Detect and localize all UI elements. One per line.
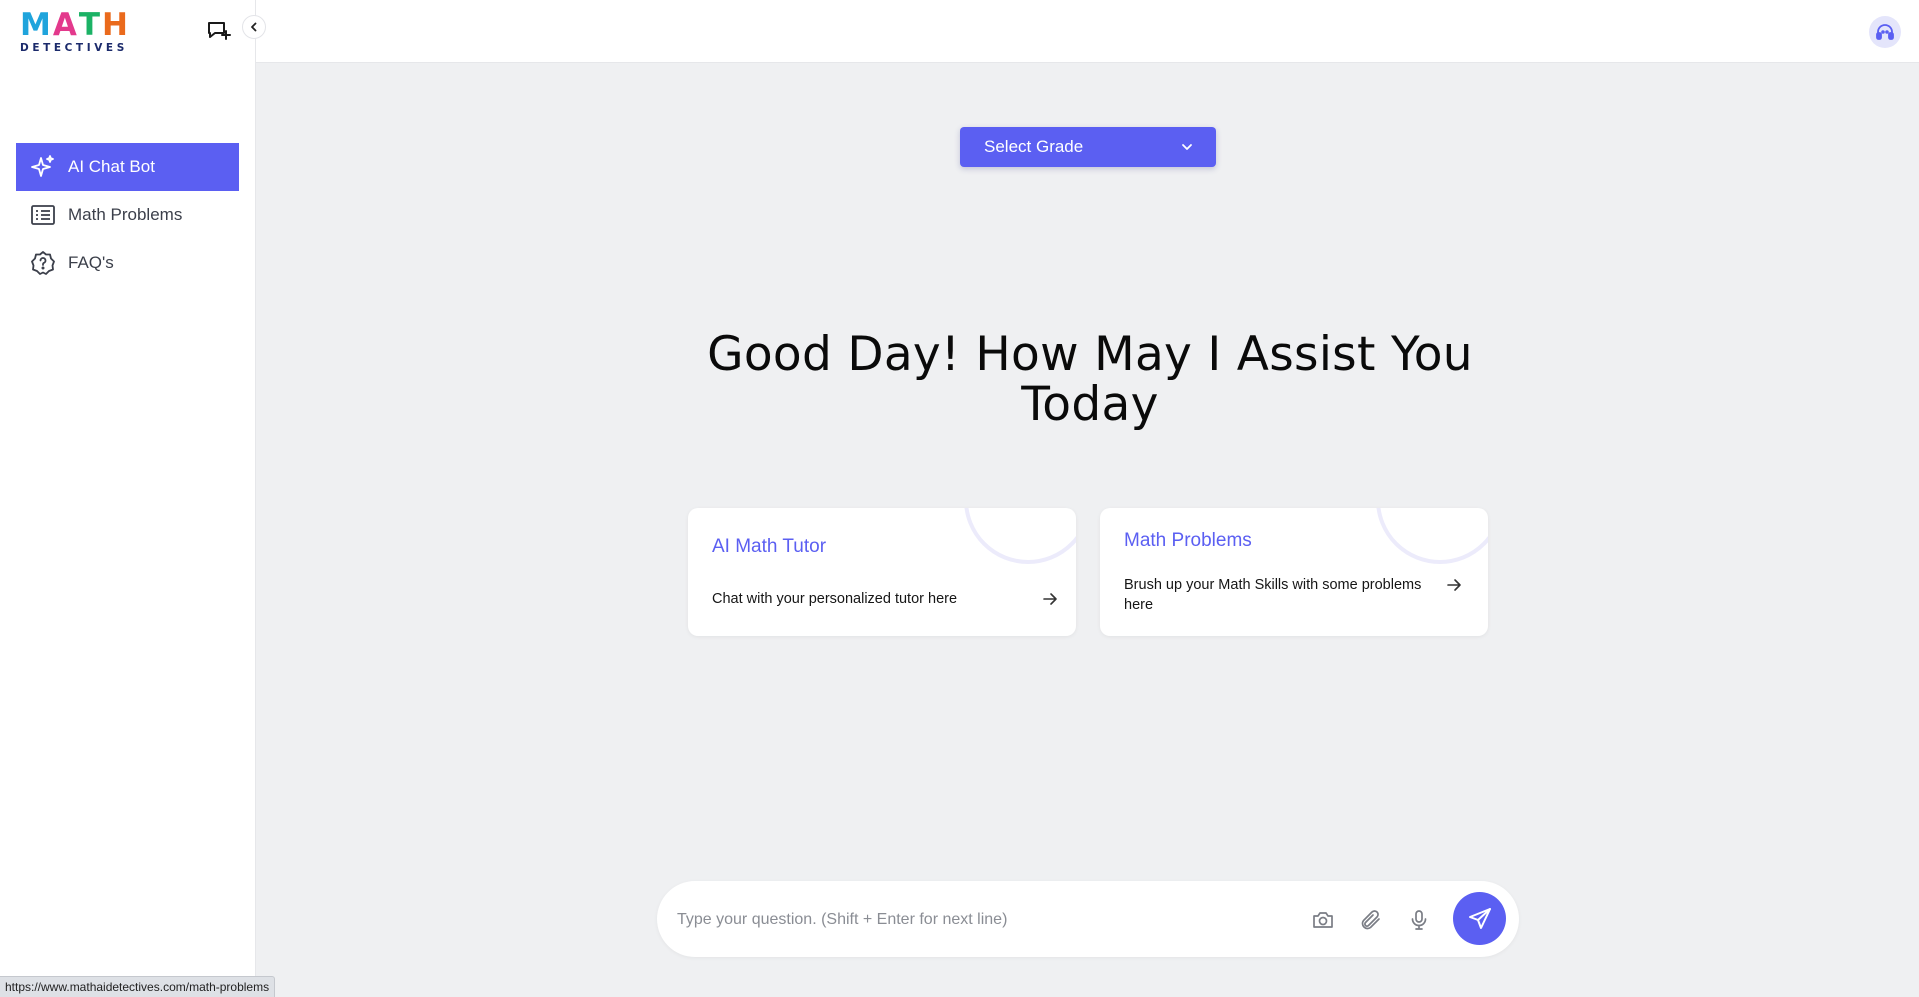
collapse-sidebar-button[interactable] [242,15,266,39]
grade-select-dropdown[interactable]: Select Grade [960,127,1216,167]
chevron-left-icon [251,22,257,32]
new-chat-icon [208,22,231,40]
microphone-icon [1411,910,1427,930]
chat-input-bar [657,881,1519,957]
chevron-down-icon [1182,144,1192,150]
question-input[interactable] [675,903,1279,937]
avatar[interactable] [1869,16,1901,48]
logo-letter: A [52,7,77,43]
question-badge-icon [30,250,56,276]
sidebar-item-math-problems[interactable]: Math Problems [16,191,239,239]
sidebar-item-faqs[interactable]: FAQ's [16,239,239,287]
math-problems-card[interactable]: Math Problems Brush up your Math Skills … [1100,508,1488,636]
card-description: Brush up your Math Skills with some prob… [1124,577,1422,613]
page-headline: Good Day! How May I Assist You Today [707,327,1473,432]
logo-wordmark: M A T H [20,10,144,41]
logo-letter: H [102,7,128,43]
attach-button[interactable] [1358,907,1384,933]
list-icon [30,202,56,228]
math-detectives-logo[interactable]: M A T H DETECTIVES [20,10,144,55]
logo-letter: T [78,7,101,43]
logo-subtitle: DETECTIVES [20,42,128,54]
support-headset-icon [1876,24,1894,40]
sparkle-icon [30,154,56,180]
sidebar: M A T H DETECTIVES AI Chat Bot Math Prob… [0,0,256,997]
sidebar-item-label: AI Chat Bot [68,157,155,176]
send-icon [1468,907,1491,929]
camera-button[interactable] [1310,907,1336,933]
voice-input-button[interactable] [1406,907,1432,933]
card-decoration [1376,508,1488,564]
status-bar-url: https://www.mathaidetectives.com/math-pr… [0,976,276,997]
arrow-right-icon [1447,579,1461,591]
paperclip-icon [1361,910,1380,930]
top-bar [256,0,1919,63]
card-decoration [964,508,1076,564]
ai-math-tutor-card[interactable]: AI Math Tutor Chat with your personalize… [688,508,1076,636]
send-button[interactable] [1453,892,1506,945]
sidebar-nav: AI Chat Bot Math Problems FAQ's [16,143,239,287]
sidebar-item-ai-chat-bot[interactable]: AI Chat Bot [16,143,239,191]
sidebar-item-label: Math Problems [68,205,183,224]
card-description: Chat with your personalized tutor here [712,591,958,607]
new-chat-button[interactable] [204,17,234,47]
card-title: Math Problems [1124,530,1252,551]
sidebar-item-label: FAQ's [68,253,114,272]
logo-letter: M [20,7,51,43]
arrow-right-icon [1043,593,1057,605]
card-title: AI Math Tutor [712,536,827,557]
grade-select-value: Select Grade [984,137,1084,156]
camera-icon [1313,912,1333,928]
